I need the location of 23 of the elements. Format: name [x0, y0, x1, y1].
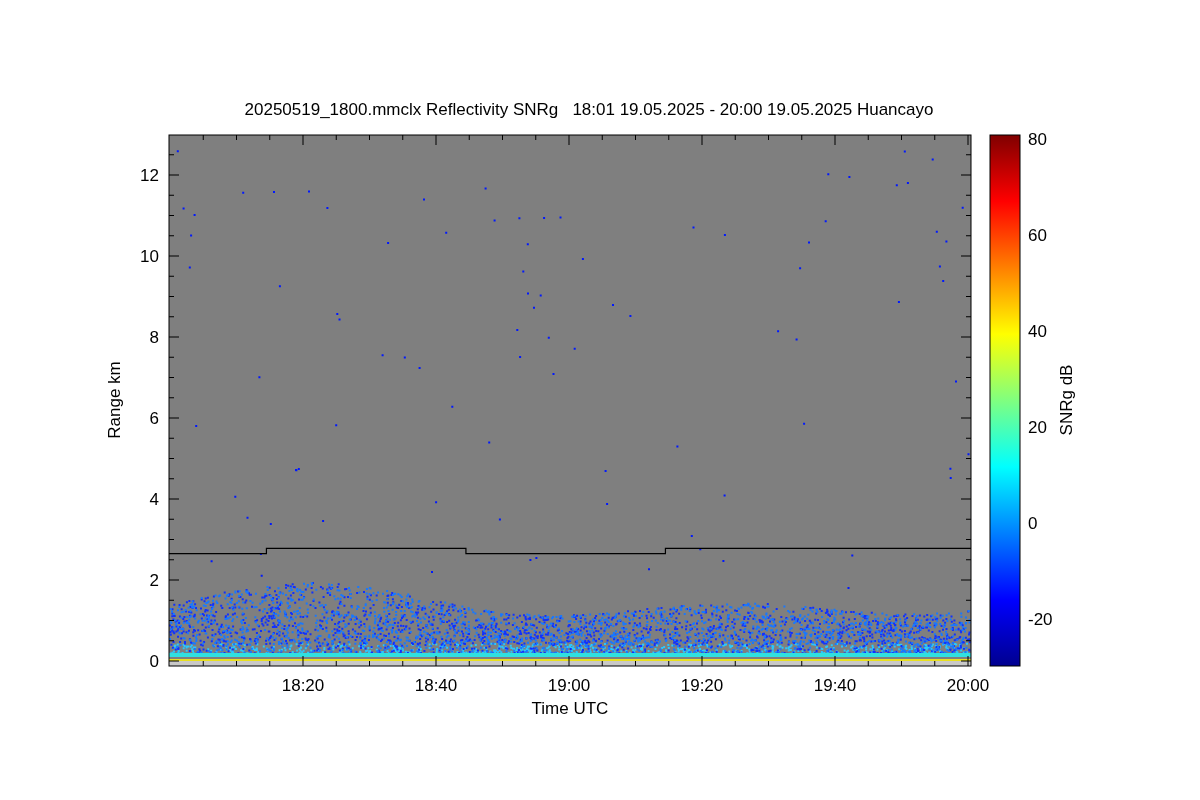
y-tick-label: 8: [149, 328, 159, 347]
colorbar-label: SNRg dB: [1057, 364, 1076, 436]
colorbar-tick-label: 60: [1028, 226, 1047, 245]
x-tick-label: 19:20: [680, 676, 724, 695]
x-tick-label: 18:40: [414, 676, 458, 695]
colorbar-tick-label: 40: [1028, 322, 1047, 341]
y-tick-label: 12: [140, 166, 159, 185]
y-tick-label: 4: [149, 490, 159, 509]
y-tick-label: 0: [149, 652, 159, 671]
colorbar-tick-label: 80: [1028, 130, 1047, 149]
colorbar-tick-label: 0: [1028, 514, 1038, 533]
y-tick-label: 10: [140, 247, 159, 266]
x-tick-label: 18:20: [281, 676, 325, 695]
y-tick-label: 6: [149, 409, 159, 428]
chart-title: 20250519_1800.mmclx Reflectivity SNRg 18:01 19.05.2025 - 20:00 19.05.2025 Huancayo: [244, 100, 934, 119]
y-axis-label: Range km: [105, 361, 124, 439]
x-tick-label: 19:40: [813, 676, 857, 695]
y-tick-label: 2: [149, 571, 159, 590]
x-tick-label: 20:00: [946, 676, 990, 695]
x-axis-label: Time UTC: [531, 699, 609, 718]
colorbar-tick-label: -20: [1028, 610, 1053, 629]
colorbar-tick-label: 20: [1028, 418, 1047, 437]
x-tick-label: 19:00: [547, 676, 591, 695]
